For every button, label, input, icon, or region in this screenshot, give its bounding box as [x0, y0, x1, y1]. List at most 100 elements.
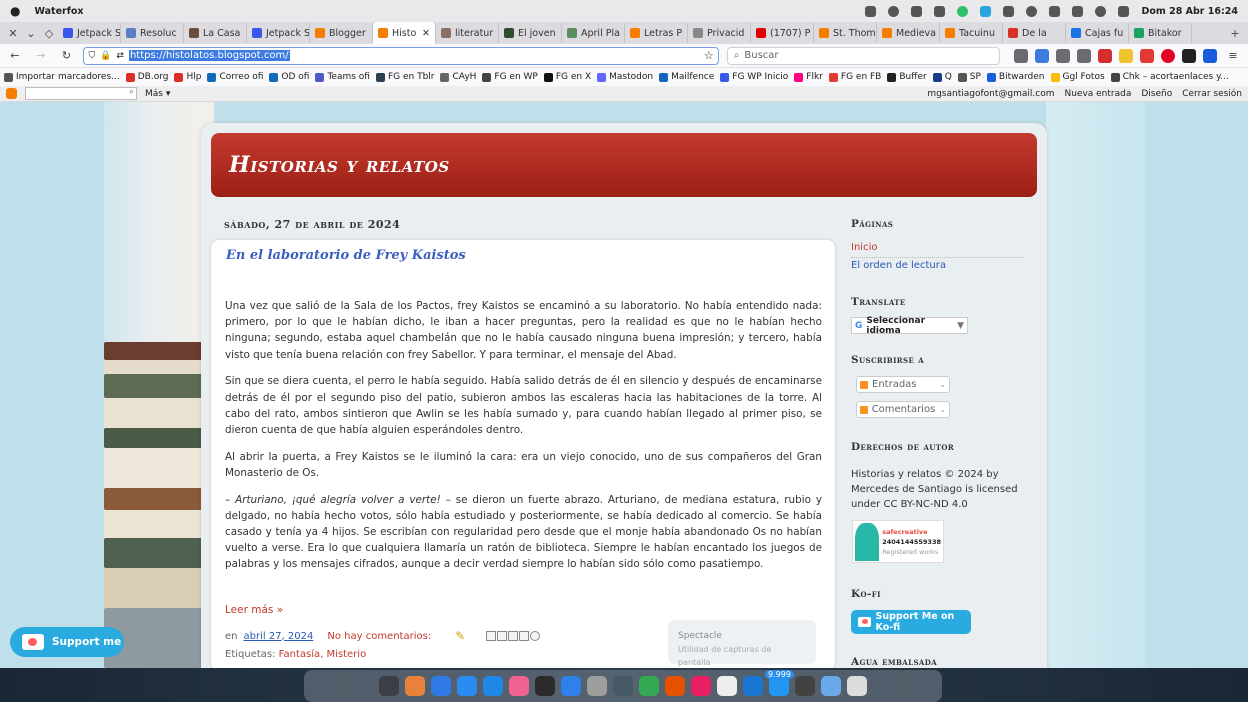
blog-title[interactable]: Historias y relatos	[229, 152, 450, 178]
person-icon[interactable]	[911, 5, 923, 17]
labels-links[interactable]: Fantasía, Misterio	[279, 649, 367, 660]
arrow-icon[interactable]	[1140, 48, 1154, 63]
blog-search-input[interactable]: ⌕	[25, 87, 137, 100]
trash-icon[interactable]	[847, 676, 867, 696]
safecreative-badge[interactable]: safecreative 2404144559338 Registered wo…	[852, 520, 944, 563]
translate-select[interactable]: G Seleccionar idioma ▼	[851, 316, 968, 336]
k-icon[interactable]	[957, 5, 969, 17]
bookmark-item[interactable]: Ggl Fotos	[1050, 72, 1105, 82]
tab[interactable]: Privacid	[688, 23, 751, 43]
tab[interactable]: Letras P	[625, 23, 688, 43]
grid-icon[interactable]	[1118, 5, 1130, 17]
lock-icon[interactable]: 🔒	[100, 51, 111, 61]
edit-pencil-icon[interactable]: ✎	[455, 629, 465, 643]
bookmark-item[interactable]: Hlp	[174, 72, 201, 82]
bookmark-item[interactable]: FG en X	[543, 72, 591, 82]
bookmark-item[interactable]: OD ofi	[269, 72, 309, 82]
apps-grid-icon[interactable]	[405, 676, 425, 696]
apple-icon[interactable]: ●	[10, 4, 20, 18]
refresh-icon[interactable]	[934, 5, 946, 17]
bookmark-item[interactable]: FG WP Inicio	[720, 72, 788, 82]
new-tab-icon[interactable]: +	[1226, 27, 1244, 40]
facebook-share-icon[interactable]	[519, 631, 530, 641]
reload-icon[interactable]: ↻	[58, 49, 76, 62]
pocket-icon[interactable]	[1077, 48, 1091, 63]
calculator-icon[interactable]	[795, 676, 815, 696]
app-name[interactable]: Waterfox	[34, 6, 83, 17]
folder-icon[interactable]	[821, 676, 841, 696]
battery-icon[interactable]	[865, 5, 877, 17]
read-more-link[interactable]: Leer más »	[225, 604, 283, 616]
post-title[interactable]: En el laboratorio de Frey Kaistos	[226, 248, 466, 263]
buffer-icon[interactable]	[1182, 48, 1196, 63]
pinterest-icon[interactable]	[1161, 48, 1175, 63]
chevron-down-icon[interactable]: ⌄	[22, 27, 40, 40]
bookmark-item[interactable]: Flkr	[794, 72, 823, 82]
bookmark-item[interactable]: Bitwarden	[986, 72, 1045, 82]
bookmark-item[interactable]: FG en WP	[482, 72, 538, 82]
reader-icon[interactable]	[1014, 48, 1028, 63]
clipboard-icon[interactable]	[1003, 5, 1015, 17]
finder-icon[interactable]	[431, 676, 451, 696]
camera-icon[interactable]	[613, 676, 633, 696]
addon-icon[interactable]	[1119, 48, 1133, 63]
new-post-link[interactable]: Nueva entrada	[1064, 89, 1131, 99]
tab[interactable]: Resoluc	[121, 23, 184, 43]
chevron-icon[interactable]	[1072, 5, 1084, 17]
bookmark-item[interactable]: Buffer	[887, 72, 927, 82]
shield-icon[interactable]: ⛉	[88, 51, 95, 61]
tab[interactable]: Histo ✕	[373, 22, 436, 44]
notification-toast[interactable]: Spectacle Utilidad de capturas de pantal…	[668, 620, 816, 667]
bookmark-item[interactable]: CAyH	[440, 72, 476, 82]
tab[interactable]: Jetpack S	[58, 23, 121, 43]
menu-icon[interactable]: ≡	[1224, 49, 1242, 62]
search-input[interactable]: ⌕ Buscar	[726, 46, 1000, 65]
bell-icon[interactable]	[888, 5, 900, 17]
tab[interactable]: (1707) P	[751, 23, 814, 43]
sidebar-page-orden[interactable]: El orden de lectura	[851, 260, 946, 271]
xcode-icon[interactable]	[457, 676, 477, 696]
subscribe-entries-dropdown[interactable]: Entradas ⌄	[856, 376, 950, 393]
tab[interactable]: La Casa	[184, 23, 247, 43]
close-tab-icon[interactable]: ✕	[422, 28, 430, 39]
tab[interactable]: Blogger	[310, 23, 373, 43]
terminal-icon[interactable]	[535, 676, 555, 696]
comments-link[interactable]: No hay comentarios:	[327, 631, 431, 642]
bookmark-item[interactable]: FG en Tblr	[375, 72, 434, 82]
twitter-share-icon[interactable]	[508, 631, 519, 641]
bookmark-item[interactable]: FG en FB	[828, 72, 881, 82]
support-me-button[interactable]: Support me	[10, 627, 124, 657]
blog-share-icon[interactable]	[497, 631, 508, 641]
bookmark-item[interactable]: Importar marcadores...	[4, 72, 120, 82]
tab[interactable]: Medieva	[877, 23, 940, 43]
tracking-icon[interactable]: ⇄	[116, 51, 124, 61]
preview-icon[interactable]	[665, 676, 685, 696]
kofi-button[interactable]: Support Me on Ko-fi	[851, 610, 971, 634]
bookmark-item[interactable]: Chk – acortaenlaces y...	[1110, 72, 1229, 82]
bookmark-item[interactable]: Teams ofi	[315, 72, 370, 82]
notes-icon[interactable]	[561, 676, 581, 696]
design-link[interactable]: Diseño	[1141, 89, 1172, 99]
back-icon[interactable]: ←	[6, 49, 24, 62]
bookmark-star-icon[interactable]: ☆	[704, 49, 714, 62]
more-menu[interactable]: Más ▾	[145, 89, 170, 99]
blogger-icon[interactable]	[6, 88, 17, 99]
close-window-icon[interactable]: ✕	[4, 27, 22, 40]
url-text[interactable]: https://histolatos.blogspot.com/	[128, 50, 290, 61]
bitwarden-icon[interactable]	[1203, 48, 1217, 63]
telegram-icon[interactable]	[980, 5, 992, 17]
tab[interactable]: April Pla	[562, 23, 625, 43]
tab[interactable]: Cajas fu	[1066, 23, 1129, 43]
url-bar[interactable]: ⛉ 🔒 ⇄ https://histolatos.blogspot.com/ ☆	[83, 46, 719, 65]
bookmark-item[interactable]: Q	[932, 72, 952, 82]
terminal-window-icon[interactable]	[379, 676, 399, 696]
post-date-link[interactable]: abril 27, 2024	[244, 631, 314, 642]
tab[interactable]: Bitakor	[1129, 23, 1192, 43]
appstore-icon[interactable]	[483, 676, 503, 696]
bookmark-item[interactable]: Mailfence	[659, 72, 714, 82]
bookmark-item[interactable]: DB.org	[125, 72, 168, 82]
bookmark-item[interactable]: SP	[957, 72, 981, 82]
extension-icon[interactable]	[1056, 48, 1070, 63]
bookmark-item[interactable]: Correo ofi	[207, 72, 263, 82]
messages-icon[interactable]	[769, 676, 789, 696]
